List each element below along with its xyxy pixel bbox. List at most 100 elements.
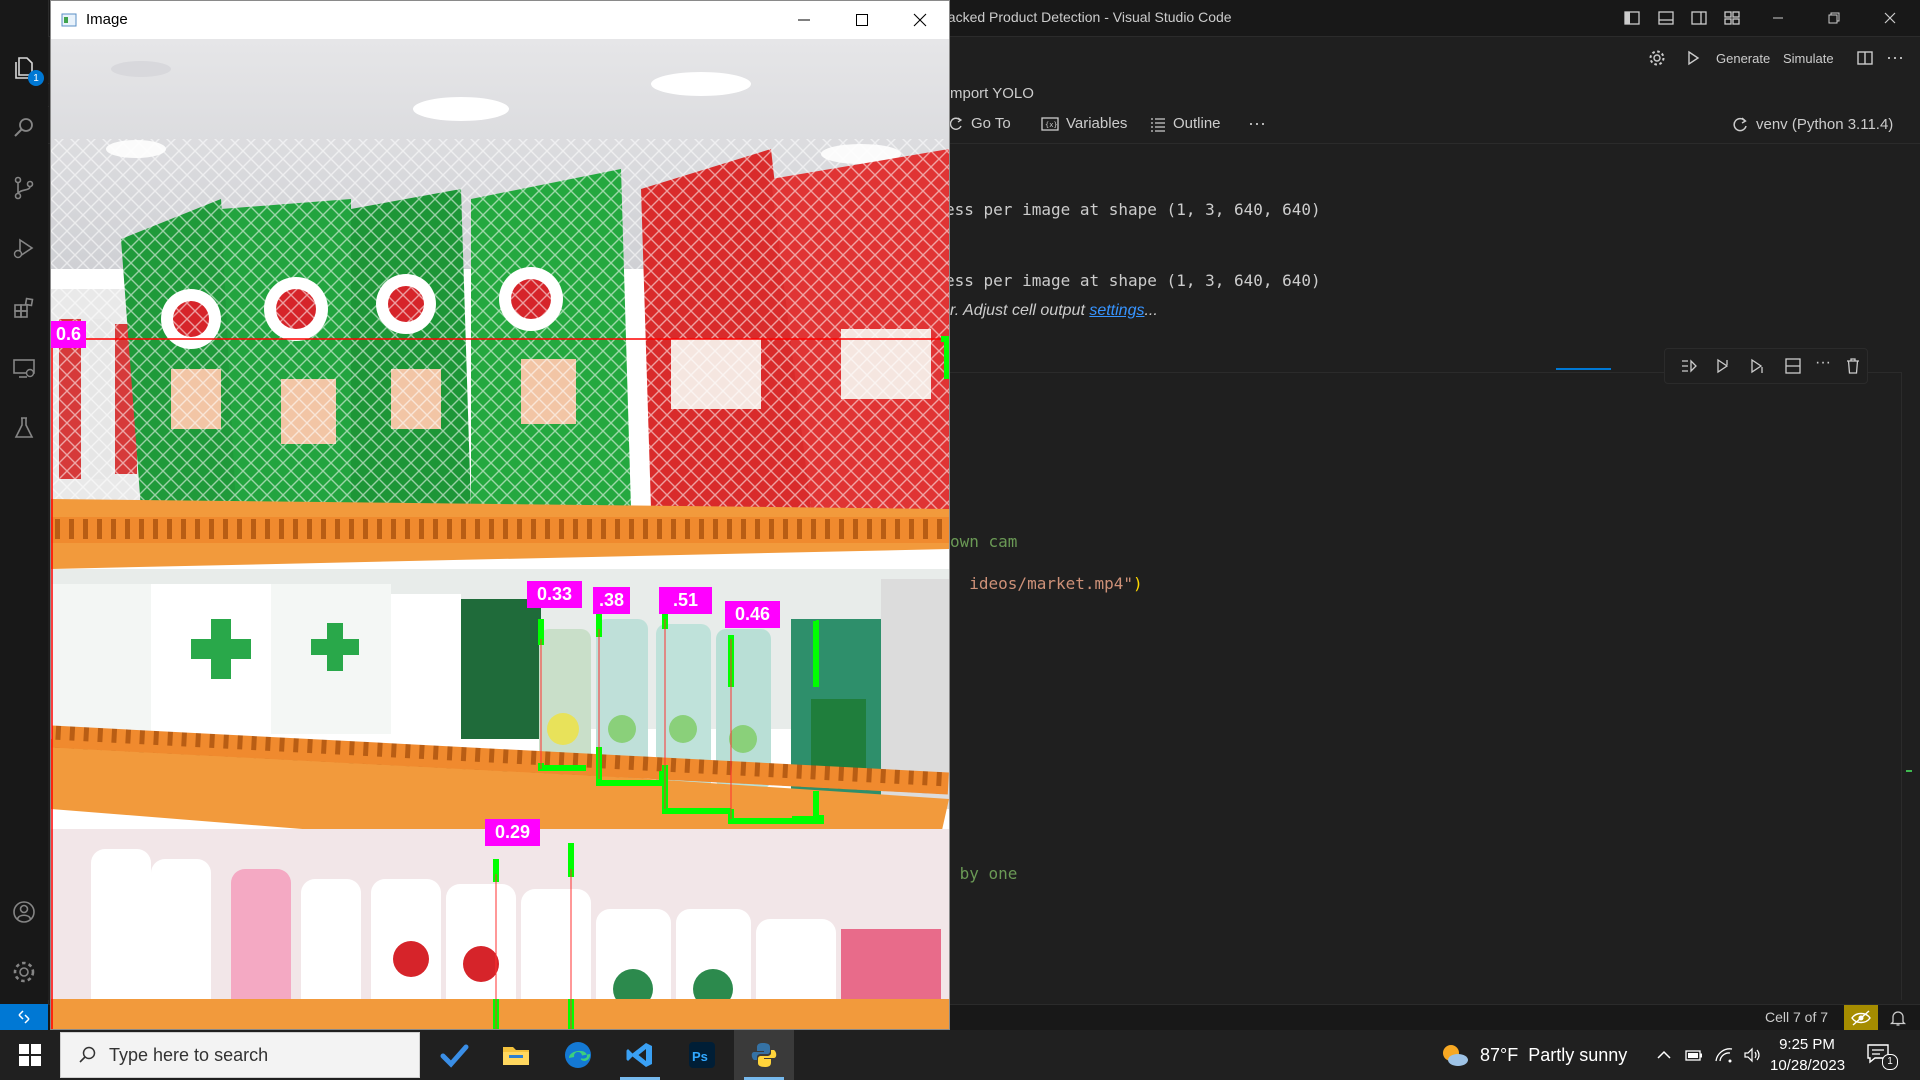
generate-button[interactable]: Generate — [1716, 51, 1770, 66]
customize-layout-icon[interactable] — [1722, 8, 1742, 28]
goto-label: Go To — [971, 115, 1011, 132]
toggle-secondary-sidebar-icon[interactable] — [1689, 8, 1709, 28]
weather-temp: 87°F — [1480, 1044, 1519, 1065]
toggle-panel-icon[interactable] — [1656, 8, 1676, 28]
split-editor-button[interactable] — [1856, 49, 1874, 67]
remote-explorer-button[interactable] — [0, 344, 48, 392]
truncated-prefix: r. Adjust cell output — [950, 302, 1090, 319]
tray-overflow-chevron-icon[interactable] — [1654, 1045, 1674, 1065]
code-cell[interactable] — [950, 373, 1902, 1000]
partly-sunny-icon — [1440, 1042, 1470, 1068]
svg-text:Ps: Ps — [692, 1049, 708, 1064]
wifi-icon[interactable] — [1714, 1045, 1734, 1065]
restore-icon[interactable] — [1824, 8, 1844, 28]
notification-count: 1 — [1882, 1054, 1898, 1070]
run-by-line-icon[interactable] — [1679, 356, 1699, 376]
extensions-icon — [11, 295, 37, 321]
search-icon — [11, 115, 37, 141]
outline-icon — [1150, 116, 1166, 132]
detection-label: 0.33 — [527, 581, 583, 608]
split-cell-icon[interactable] — [1783, 356, 1803, 376]
start-button[interactable] — [0, 1030, 60, 1080]
taskbar-clock[interactable]: 9:25 PM 10/28/2023 — [1770, 1034, 1845, 1076]
code-string-line: ideos/market.mp4") — [950, 555, 1143, 593]
settings-link[interactable]: settings — [1089, 302, 1144, 319]
volume-icon[interactable] — [1742, 1045, 1762, 1065]
maximize-icon — [855, 13, 869, 27]
notification-center-button[interactable]: 1 — [1866, 1042, 1898, 1070]
image-window-titlebar[interactable]: Image — [51, 1, 949, 39]
gear-icon — [11, 959, 37, 985]
variables-icon: {x} — [1041, 116, 1059, 132]
outline-button[interactable]: Outline — [1150, 115, 1221, 132]
run-debug-button[interactable] — [0, 224, 48, 272]
code-comment-line: by one — [950, 864, 1018, 883]
breadcrumb-item[interactable]: mport YOLO — [950, 85, 1034, 102]
weather-widget[interactable]: 87°F Partly sunny — [1440, 1030, 1627, 1080]
more-actions-button[interactable]: ··· — [1886, 47, 1904, 68]
image-window-title: Image — [86, 11, 128, 28]
detection-frame: 0.6 0.33 .38 .51 0.46 0.29 — [51, 39, 949, 1029]
notifications-off-button[interactable] — [1844, 1005, 1878, 1031]
explorer-button[interactable]: 1 — [0, 44, 48, 92]
detection-label: 0.46 — [725, 601, 781, 628]
kernel-picker[interactable]: venv (Python 3.11.4) — [1731, 115, 1893, 133]
search-button[interactable] — [0, 104, 48, 152]
settings-gear-button[interactable] — [1648, 49, 1666, 67]
cell-focus-indicator — [1556, 368, 1611, 370]
bell-icon[interactable] — [1889, 1009, 1907, 1027]
detection-label: 0.29 — [485, 819, 541, 846]
weather-desc: Partly sunny — [1528, 1044, 1628, 1065]
accounts-button[interactable] — [0, 888, 48, 936]
edge-icon — [563, 1040, 593, 1070]
manage-button[interactable] — [0, 948, 48, 996]
execute-above-icon[interactable] — [1713, 356, 1733, 376]
notebook-more-button[interactable]: ··· — [1248, 113, 1266, 134]
image-close-button[interactable] — [891, 1, 949, 39]
extensions-button[interactable] — [0, 284, 48, 332]
folder-icon — [501, 1040, 531, 1070]
search-placeholder: Type here to search — [109, 1044, 269, 1065]
remote-indicator-button[interactable] — [0, 1004, 48, 1030]
variables-button[interactable]: {x} Variables — [1041, 115, 1127, 132]
image-maximize-button[interactable] — [833, 1, 891, 39]
cell-more-icon[interactable]: ··· — [1815, 354, 1835, 374]
window-title: packed Product Detection - Visual Studio… — [940, 9, 1232, 25]
refresh-icon — [1731, 115, 1749, 133]
taskbar-todo-app[interactable] — [424, 1030, 484, 1080]
close-icon — [913, 13, 927, 27]
run-button[interactable] — [1684, 49, 1702, 67]
taskbar-edge[interactable] — [548, 1030, 608, 1080]
play-icon — [1684, 49, 1702, 67]
remote-icon — [16, 1009, 32, 1025]
kernel-label: venv (Python 3.11.4) — [1756, 115, 1894, 133]
taskbar-file-explorer[interactable] — [486, 1030, 546, 1080]
detection-label: .38 — [593, 587, 631, 614]
goto-button[interactable]: Go To — [948, 115, 1011, 132]
testing-button[interactable] — [0, 404, 48, 452]
execute-below-icon[interactable] — [1747, 356, 1767, 376]
taskbar-search-box[interactable]: Type here to search — [60, 1032, 420, 1078]
cell-output-line: ess per image at shape (1, 3, 640, 640) — [945, 200, 1321, 219]
taskbar-python[interactable] — [734, 1030, 794, 1080]
outline-label: Outline — [1173, 115, 1221, 132]
cell-count[interactable]: Cell 7 of 7 — [1765, 1009, 1828, 1025]
source-control-button[interactable] — [0, 164, 48, 212]
variables-label: Variables — [1066, 115, 1128, 132]
vscode-icon — [625, 1040, 655, 1070]
simulate-button[interactable]: Simulate — [1783, 51, 1834, 66]
battery-icon[interactable] — [1684, 1045, 1704, 1065]
delete-cell-icon[interactable] — [1843, 356, 1863, 376]
minimize-icon — [797, 13, 811, 27]
scrollbar-marker — [1906, 770, 1912, 772]
toggle-primary-sidebar-icon[interactable] — [1622, 8, 1642, 28]
code-paren: ) — [1133, 574, 1143, 593]
minimize-icon[interactable] — [1768, 8, 1788, 28]
taskbar-vscode[interactable] — [610, 1030, 670, 1080]
code-comment-line: own cam — [950, 532, 1018, 551]
taskbar-photoshop[interactable]: Ps — [672, 1030, 732, 1080]
image-minimize-button[interactable] — [775, 1, 833, 39]
close-icon[interactable] — [1880, 8, 1900, 28]
python-icon — [749, 1040, 779, 1070]
image-window: Image 0.6 0.33 .38 .51 0.46 0.29 — [50, 0, 950, 1030]
